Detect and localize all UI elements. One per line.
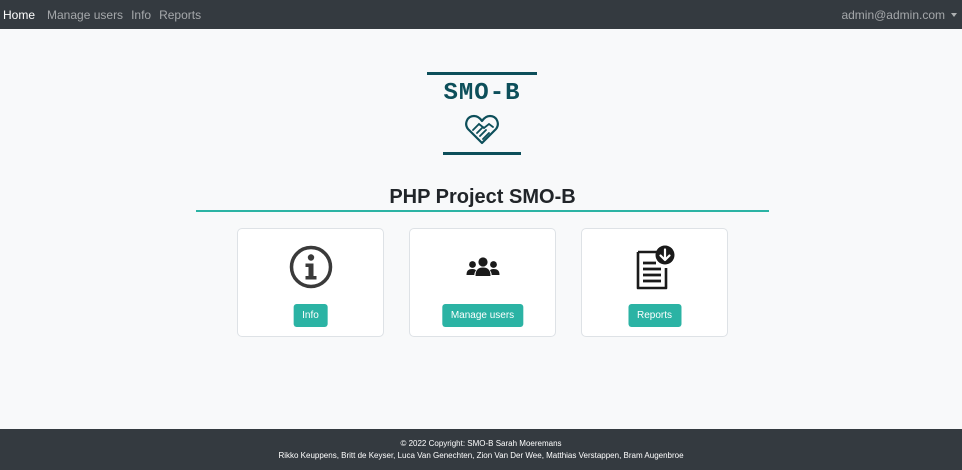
top-navbar: Home Manage users Info Reports admin@adm… xyxy=(0,0,962,29)
nav-home-link[interactable]: Home xyxy=(3,8,35,22)
handshake-heart-icon xyxy=(465,114,499,145)
logo-divider-bottom xyxy=(443,152,521,155)
manage-users-button[interactable]: Manage users xyxy=(441,304,524,327)
nav-manage-users-link[interactable]: Manage users xyxy=(47,8,123,22)
chevron-down-icon xyxy=(951,13,957,17)
user-email: admin@admin.com xyxy=(841,7,945,22)
logo-text: SMO-B xyxy=(443,80,521,107)
user-dropdown[interactable]: admin@admin.com xyxy=(841,0,957,29)
page-footer: © 2022 Copyright: SMO-B Sarah Moeremans … xyxy=(0,429,962,470)
reports-button[interactable]: Reports xyxy=(627,304,682,327)
nav-reports-link[interactable]: Reports xyxy=(159,8,201,22)
info-button[interactable]: Info xyxy=(293,304,328,327)
footer-authors: Rikko Keuppens, Britt de Keyser, Luca Va… xyxy=(278,450,684,460)
nav-info-link[interactable]: Info xyxy=(131,8,151,22)
site-logo: SMO-B xyxy=(427,72,537,156)
reports-card: Reports xyxy=(581,228,728,337)
info-card: Info xyxy=(237,228,384,337)
footer-copyright: © 2022 Copyright: SMO-B Sarah Moeremans xyxy=(400,438,562,448)
logo-divider-top xyxy=(427,72,537,75)
manage-users-card: Manage users xyxy=(409,228,556,337)
users-group-icon xyxy=(466,257,499,276)
page-title: PHP Project SMO-B xyxy=(196,186,769,212)
info-icon xyxy=(289,245,332,289)
report-download-icon xyxy=(636,245,674,290)
